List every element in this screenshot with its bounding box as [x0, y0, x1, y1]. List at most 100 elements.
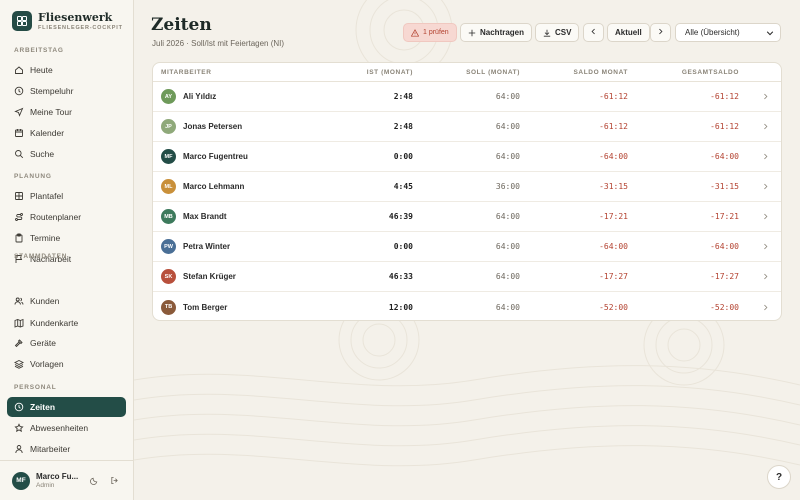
saldo-value: -64:00 [599, 242, 628, 251]
user-role: Admin [36, 482, 55, 489]
sidebar-item-routenplaner[interactable]: Routenplaner [7, 207, 126, 227]
employee-name: Marco Lehmann [183, 182, 245, 191]
add-entry-label: Nachtragen [480, 28, 525, 37]
sidebar-item-meine-tour[interactable]: Meine Tour [7, 102, 126, 122]
header-ist: IST (MONAT) [366, 68, 413, 76]
sidebar-item-vorlagen[interactable]: Vorlagen [7, 354, 126, 374]
employee-avatar: MF [161, 149, 176, 164]
saldo-value: -17:21 [599, 212, 628, 221]
sidebar-item-kunden[interactable]: Kunden [7, 291, 126, 311]
review-button-label: 1 prüfen [423, 29, 449, 36]
download-icon [543, 29, 551, 37]
sidebar-item-suche[interactable]: Suche [7, 144, 126, 164]
user-footer: MF Marco Fu... Admin [0, 460, 134, 500]
help-button[interactable]: ? [767, 465, 791, 489]
search-icon [14, 149, 24, 159]
chevron-right-icon[interactable] [739, 93, 773, 100]
sidebar: Fliesenwerk FLIESENLEGER-COCKPIT ARBEITS… [0, 0, 134, 500]
employee-avatar: JP [161, 119, 176, 134]
logout-icon[interactable] [108, 475, 120, 487]
grid-icon [14, 191, 24, 201]
sidebar-item-geraete[interactable]: Geräte [7, 333, 126, 353]
table-row[interactable]: MF Marco Fugentreu 0:00 64:00 -64:00 -64:00 [153, 142, 781, 172]
current-month-button[interactable]: Aktuell [607, 23, 650, 42]
sidebar-item-label: Meine Tour [30, 107, 72, 117]
section-label-arbeitstag: ARBEITSTAG [14, 47, 64, 54]
employee-cell: JP Jonas Petersen [153, 119, 323, 134]
sidebar-item-abwesenheiten[interactable]: Abwesenheiten [7, 418, 126, 438]
sidebar-item-label: Zeiten [30, 402, 56, 412]
table-row[interactable]: JP Jonas Petersen 2:48 64:00 -61:12 -61:12 [153, 112, 781, 142]
employee-filter-select[interactable]: Alle (Übersicht) [675, 23, 781, 42]
ist-value: 2:48 [393, 92, 413, 101]
table-row[interactable]: TB Tom Berger 12:00 64:00 -52:00 -52:00 [153, 292, 781, 320]
sidebar-item-kalender[interactable]: Kalender [7, 123, 126, 143]
ist-value: 12:00 [388, 302, 413, 312]
current-month-label: Aktuell [615, 28, 642, 37]
sidebar-item-heute[interactable]: Heute [7, 60, 126, 80]
employee-name: Ali Yıldız [183, 92, 217, 101]
soll-value: 64:00 [495, 242, 520, 251]
table-row[interactable]: AY Ali Yıldız 2:48 64:00 -61:12 -61:12 [153, 82, 781, 112]
sidebar-item-zeiten[interactable]: Zeiten [7, 397, 126, 417]
header-employee: MITARBEITER [161, 68, 212, 76]
sidebar-item-label: Suche [30, 149, 55, 159]
table-header: MITARBEITER IST (MONAT) SOLL (MONAT) SAL… [153, 63, 781, 82]
chevron-right-icon[interactable] [739, 153, 773, 160]
soll-value: 64:00 [495, 152, 520, 161]
chevron-right-icon[interactable] [739, 183, 773, 190]
layers-icon [14, 359, 24, 369]
section-label-stammdaten: STAMMDATEN [14, 253, 68, 260]
table-row[interactable]: SK Stefan Krüger 46:33 64:00 -17:27 -17:27 [153, 262, 781, 292]
employee-cell: AY Ali Yıldız [153, 89, 323, 104]
sidebar-item-mitarbeiter[interactable]: Mitarbeiter [7, 439, 126, 459]
chevron-right-icon[interactable] [739, 123, 773, 130]
ist-value: 0:00 [393, 152, 413, 161]
sidebar-item-label: Abwesenheiten [30, 423, 89, 433]
chevron-right-icon[interactable] [739, 243, 773, 250]
clipboard-icon [14, 233, 24, 243]
sidebar-item-label: Kunden [30, 296, 60, 306]
sidebar-item-stempeluhr[interactable]: Stempeluhr [7, 81, 126, 101]
sidebar-item-label: Termine [30, 233, 61, 243]
plus-icon [468, 29, 476, 37]
chevron-right-icon[interactable] [739, 304, 773, 311]
moon-icon[interactable] [88, 475, 100, 487]
add-entry-button[interactable]: Nachtragen [460, 23, 533, 42]
table-row[interactable]: PW Petra Winter 0:00 64:00 -64:00 -64:00 [153, 232, 781, 262]
employee-name: Tom Berger [183, 302, 228, 312]
sidebar-item-label: Plantafel [30, 191, 64, 201]
sidebar-item-kundenkarte[interactable]: Kundenkarte [7, 313, 126, 333]
ist-value: 4:45 [393, 182, 413, 191]
saldo-value: -61:12 [599, 92, 628, 101]
csv-export-button[interactable]: CSV [535, 23, 580, 42]
user-avatar[interactable]: MF [12, 471, 30, 490]
review-button[interactable]: 1 prüfen [403, 23, 457, 42]
soll-value: 64:00 [495, 302, 520, 312]
map-icon [14, 318, 24, 328]
table-row[interactable]: ML Marco Lehmann 4:45 36:00 -31:15 -31:15 [153, 172, 781, 202]
soll-value: 64:00 [495, 272, 520, 281]
clock-icon [14, 402, 24, 412]
table-row[interactable]: MB Max Brandt 46:39 64:00 -17:21 -17:21 [153, 202, 781, 232]
next-month-button[interactable] [650, 23, 671, 42]
warning-icon [411, 28, 419, 37]
calendar-icon [14, 128, 24, 138]
gesamtsaldo-value: -17:21 [710, 212, 739, 221]
sidebar-item-termine[interactable]: Termine [7, 228, 126, 248]
chevron-right-icon[interactable] [739, 273, 773, 280]
soll-value: 64:00 [495, 212, 520, 221]
gesamtsaldo-value: -52:00 [710, 302, 739, 312]
user-icon [14, 444, 24, 454]
header-soll: SOLL (MONAT) [466, 68, 520, 76]
navigation-icon [14, 107, 24, 117]
employee-cell: MB Max Brandt [153, 209, 323, 224]
header-saldo: SALDO MONAT [573, 68, 628, 76]
brand[interactable]: Fliesenwerk FLIESENLEGER-COCKPIT [12, 11, 123, 31]
soll-value: 64:00 [495, 122, 520, 131]
brand-subtitle: FLIESENLEGER-COCKPIT [38, 24, 123, 31]
prev-month-button[interactable] [583, 23, 604, 42]
chevron-right-icon[interactable] [739, 213, 773, 220]
main-content: Zeiten Juli 2026 · Soll/Ist mit Feiertag… [134, 0, 800, 500]
sidebar-item-plantafel[interactable]: Plantafel [7, 186, 126, 206]
